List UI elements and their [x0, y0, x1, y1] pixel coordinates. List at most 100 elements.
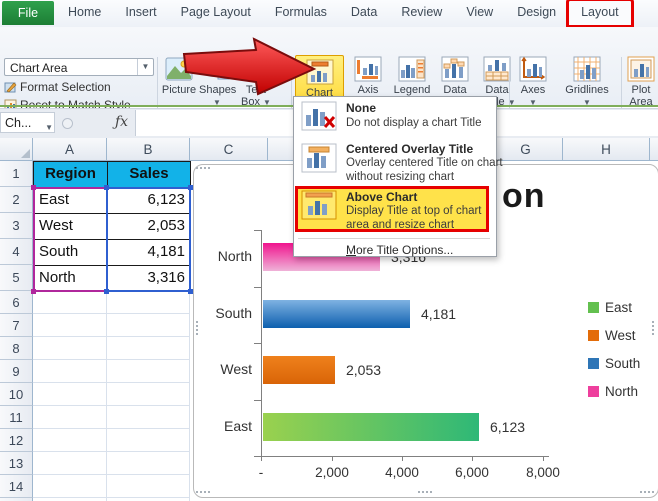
column-header-A[interactable]: A [33, 138, 107, 161]
x-tick-label[interactable]: 6,000 [440, 465, 504, 480]
bar-east[interactable] [263, 413, 479, 441]
gridline [189, 291, 190, 501]
tab-home[interactable]: Home [56, 0, 113, 25]
select-all-corner[interactable] [0, 138, 33, 161]
name-box[interactable]: Ch... ▼ [0, 112, 55, 133]
row-header-14[interactable]: 14 [0, 475, 33, 498]
legend-item-north[interactable]: North [588, 385, 638, 401]
chart-handle-dots[interactable] [196, 321, 198, 323]
tab-file[interactable]: File [2, 1, 54, 25]
tab-formulas[interactable]: Formulas [263, 0, 339, 25]
column-header-B[interactable]: B [107, 138, 190, 161]
row-header-13[interactable]: 13 [0, 452, 33, 475]
worksheet-grid[interactable] [33, 291, 190, 501]
menu-item-above-chart-label: Above Chart [346, 190, 418, 204]
chart-elements-combobox[interactable]: Chart Area ▼ [4, 58, 154, 76]
cell-A1[interactable]: Region [33, 161, 108, 188]
cell-B4[interactable]: 4,181 [107, 239, 191, 266]
row-header-4[interactable]: 4 [0, 239, 33, 265]
category-label-west[interactable]: West [197, 361, 252, 377]
fx-icon[interactable]: ƒx [115, 114, 128, 130]
axis-titles-icon [354, 56, 382, 82]
column-header-H[interactable]: H [563, 138, 650, 161]
tab-design[interactable]: Design [505, 0, 568, 25]
column-header-C[interactable]: C [190, 138, 268, 161]
format-selection-button[interactable]: Format Selection [4, 80, 111, 95]
legend-item-east[interactable]: East [588, 301, 632, 317]
y-axis-tick [254, 400, 262, 401]
y-axis-tick [254, 343, 262, 344]
value-label-south[interactable]: 4,181 [421, 306, 456, 322]
chart-handle-dots[interactable] [196, 167, 198, 169]
plot-area-label-1: Plot [631, 84, 651, 96]
bar-west[interactable] [263, 356, 335, 384]
gridlines-button[interactable]: Gridlines ▼ [556, 56, 618, 108]
axes-button[interactable]: Axes ▼ [513, 56, 553, 108]
data-table-label-1: Data [485, 84, 509, 96]
row-header-3[interactable]: 3 [0, 213, 33, 239]
x-tick-label[interactable]: 4,000 [370, 465, 434, 480]
x-tick-label[interactable]: 2,000 [300, 465, 364, 480]
category-label-east[interactable]: East [197, 418, 252, 434]
value-label-west[interactable]: 2,053 [346, 362, 381, 378]
value-label-east[interactable]: 6,123 [490, 419, 525, 435]
red-arrow-annotation [182, 37, 317, 96]
chart-handle-dots[interactable] [652, 321, 654, 323]
x-axis-tick [332, 456, 333, 461]
cell-B1[interactable]: Sales [107, 161, 191, 188]
x-axis-tick [261, 456, 262, 461]
tab-insert[interactable]: Insert [113, 0, 168, 25]
cell-A4[interactable]: South [33, 239, 108, 266]
cell-B2[interactable]: 6,123 [107, 187, 191, 214]
tab-layout[interactable]: Layout [566, 0, 634, 28]
row-header-11[interactable]: 11 [0, 406, 33, 429]
menu-item-more-title-options[interactable]: More Title Options... [346, 243, 453, 257]
gridlines-label: Gridlines [565, 84, 609, 96]
legend-item-west[interactable]: West [588, 329, 636, 345]
cell-A3[interactable]: West [33, 213, 108, 240]
row-headers: 123456789101112131415 [0, 161, 33, 501]
range-handle[interactable] [31, 185, 36, 190]
range-handle[interactable] [31, 289, 36, 294]
chart-title-dropdown-menu: None Do not display a chart Title Center… [293, 96, 503, 257]
row-header-10[interactable]: 10 [0, 383, 33, 406]
x-axis-tick [472, 456, 473, 461]
cell-A5[interactable]: North [33, 265, 108, 292]
chart-handle-dots[interactable] [196, 491, 198, 493]
category-label-north[interactable]: North [197, 248, 252, 264]
legend-swatch-north [588, 386, 599, 397]
range-handle[interactable] [104, 185, 109, 190]
row-header-9[interactable]: 9 [0, 360, 33, 383]
chevron-down-icon[interactable]: ▼ [137, 59, 153, 75]
row-header-5[interactable]: 5 [0, 265, 33, 291]
row-header-1[interactable]: 1 [0, 161, 33, 187]
combo-value: Chart Area [10, 61, 68, 75]
bar-south[interactable] [263, 300, 410, 328]
row-header-12[interactable]: 12 [0, 429, 33, 452]
name-box-value: Ch... [5, 116, 32, 130]
chart-title-fragment[interactable]: on [502, 177, 546, 216]
cell-B5[interactable]: 3,316 [107, 265, 191, 292]
x-tick-label[interactable]: - [229, 465, 293, 480]
x-tick-label[interactable]: 8,000 [511, 465, 575, 480]
tab-page-layout[interactable]: Page Layout [169, 0, 263, 25]
column-header-covered[interactable] [650, 138, 658, 161]
cell-B3[interactable]: 2,053 [107, 213, 191, 240]
range-handle[interactable] [104, 289, 109, 294]
tab-review[interactable]: Review [389, 0, 454, 25]
legend-item-south[interactable]: South [588, 357, 640, 373]
row-header-2[interactable]: 2 [0, 187, 33, 213]
cell-A2[interactable]: East [33, 187, 108, 214]
axis-titles-label-1: Axis [357, 84, 379, 96]
menu-item-none-label: None [346, 101, 376, 115]
chart-handle-dots[interactable] [418, 491, 420, 493]
category-label-south[interactable]: South [197, 305, 252, 321]
row-header-6[interactable]: 6 [0, 291, 33, 314]
row-header-7[interactable]: 7 [0, 314, 33, 337]
row-header-8[interactable]: 8 [0, 337, 33, 360]
x-axis-line[interactable] [261, 456, 549, 457]
tab-view[interactable]: View [454, 0, 505, 25]
chart-handle-dots[interactable] [640, 491, 642, 493]
tab-data[interactable]: Data [339, 0, 389, 25]
legend-swatch-east [588, 302, 599, 313]
